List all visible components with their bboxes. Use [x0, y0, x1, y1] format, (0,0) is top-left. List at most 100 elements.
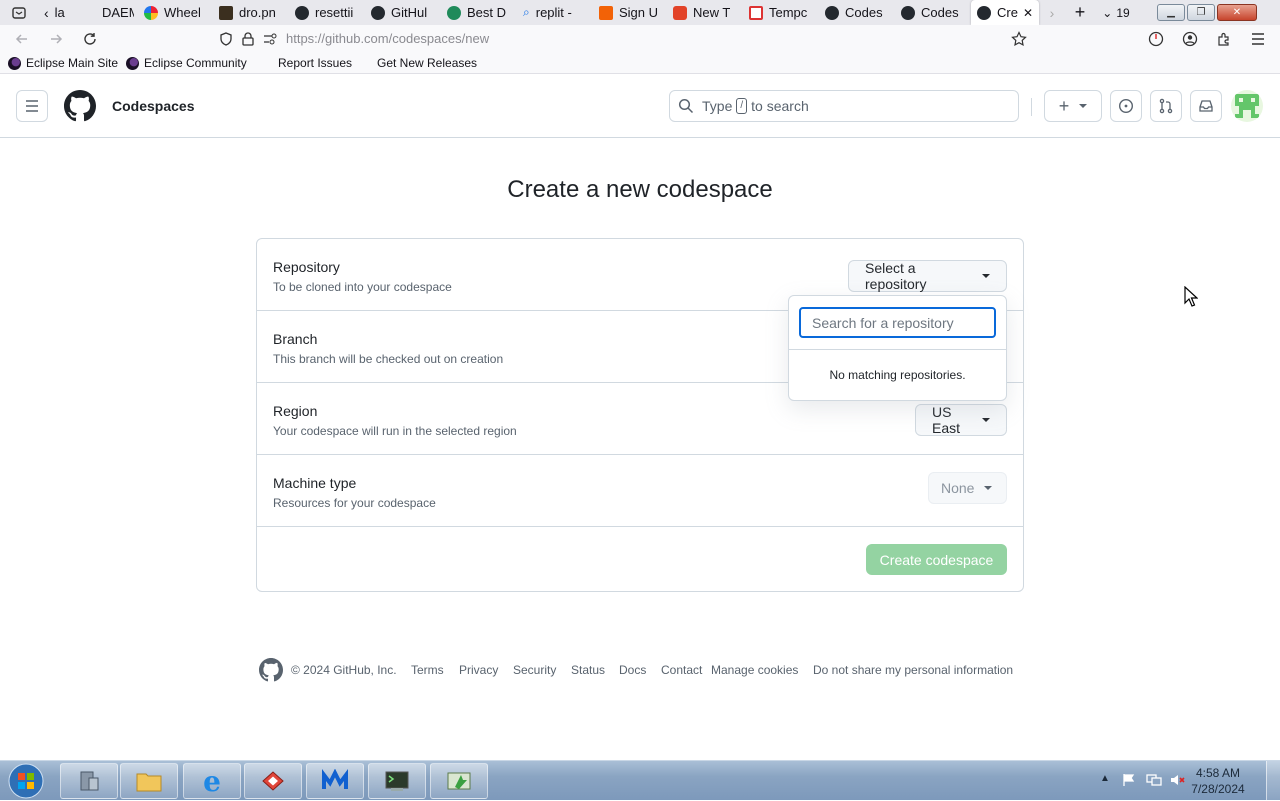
wheel-icon	[144, 5, 158, 20]
global-nav-menu-button[interactable]	[16, 90, 48, 122]
minimize-window-button[interactable]: ▁	[1157, 4, 1185, 21]
browser-tab[interactable]: ‹ la	[38, 0, 76, 25]
dropbox-icon	[219, 5, 233, 20]
reload-icon[interactable]	[78, 25, 102, 52]
browser-tab[interactable]: Codes	[895, 0, 971, 25]
forward-arrow-icon[interactable]	[44, 25, 68, 52]
github-logo-icon[interactable]	[259, 658, 283, 682]
footer-copyright: © 2024 GitHub, Inc.	[291, 663, 397, 677]
page-title: Create a new codespace	[507, 176, 773, 203]
close-window-button[interactable]: ✕	[1217, 4, 1257, 21]
browser-tab[interactable]: resettii	[289, 0, 365, 25]
github-header: Codespaces Type / to search +	[0, 74, 1280, 138]
github-icon	[371, 5, 385, 20]
network-icon[interactable]	[1146, 773, 1162, 792]
extensions-icon[interactable]	[1212, 25, 1236, 52]
branch-description: This branch will be checked out on creat…	[273, 352, 504, 366]
footer-link-security[interactable]: Security	[513, 663, 556, 677]
github-icon	[825, 5, 839, 20]
machine-type-select-button[interactable]: None	[928, 472, 1007, 504]
account-icon[interactable]	[1178, 25, 1202, 52]
footer-link-status[interactable]: Status	[571, 663, 605, 677]
browser-tab-active[interactable]: Cre ✕	[971, 0, 1039, 25]
header-divider	[1031, 98, 1032, 116]
select-repository-button[interactable]: Select a repository	[848, 260, 1007, 292]
github-icon	[901, 5, 915, 20]
taskbar-internet-explorer-icon[interactable]: e	[183, 763, 241, 799]
footer-link-terms[interactable]: Terms	[411, 663, 444, 677]
footer-link-do-not-share[interactable]: Do not share my personal information	[813, 663, 1013, 677]
branch-label: Branch	[273, 331, 318, 347]
repository-label: Repository	[273, 259, 340, 275]
create-codespace-form: Repository To be cloned into your codesp…	[256, 238, 1024, 592]
browser-tab[interactable]: Sign U	[593, 0, 667, 25]
no-results-message: No matching repositories.	[829, 368, 966, 382]
close-tab-icon[interactable]: ✕	[1023, 6, 1033, 20]
inbox-icon[interactable]	[1190, 90, 1222, 122]
bookmark-get-new-releases[interactable]: Get New Releases	[377, 52, 477, 74]
taskbar-terminal-icon[interactable]	[368, 763, 426, 799]
browser-tab[interactable]: DAEM	[76, 0, 138, 25]
caret-down-icon	[984, 486, 993, 490]
browser-tab[interactable]: New T	[667, 0, 743, 25]
pull-requests-icon[interactable]	[1150, 90, 1182, 122]
url-bar[interactable]: https://github.com/codespaces/new	[286, 25, 489, 52]
repository-description: To be cloned into your codespace	[273, 280, 452, 294]
chevron-down-icon: ⌄	[1102, 5, 1113, 20]
show-desktop-button[interactable]	[1266, 761, 1280, 801]
region-description: Your codespace will run in the selected …	[273, 424, 517, 438]
footer-link-manage-cookies[interactable]: Manage cookies	[711, 663, 798, 677]
github-logo-icon[interactable]	[64, 90, 96, 122]
browser-tab[interactable]: Codes	[819, 0, 895, 25]
back-arrow-icon[interactable]	[10, 25, 34, 52]
footer-link-privacy[interactable]: Privacy	[459, 663, 498, 677]
permissions-icon[interactable]	[258, 25, 282, 52]
issues-icon[interactable]	[1110, 90, 1142, 122]
windows-taskbar: e ▲ 4:58 AM 7/28/2024	[0, 760, 1280, 801]
repository-search-input[interactable]	[799, 307, 996, 338]
restore-window-button[interactable]: ❐	[1187, 4, 1215, 21]
extension-timer-icon[interactable]	[1144, 25, 1168, 52]
machine-type-row: Machine type Resources for your codespac…	[257, 455, 1023, 527]
bookmark-eclipse-main-site[interactable]: Eclipse Main Site	[8, 52, 118, 74]
bookmark-report-issues[interactable]: Report Issues	[278, 52, 352, 74]
browser-tab[interactable]: Best D	[441, 0, 517, 25]
machine-type-label: Machine type	[273, 475, 357, 491]
eclipse-icon	[8, 56, 21, 70]
hamburger-icon	[26, 100, 38, 112]
header-context-title[interactable]: Codespaces	[112, 98, 194, 114]
avatar[interactable]	[1231, 90, 1263, 122]
new-tab-icon[interactable]: +	[1065, 0, 1095, 25]
footer-link-docs[interactable]: Docs	[619, 663, 646, 677]
taskbar-app-red-icon[interactable]	[244, 763, 302, 799]
footer-link-contact[interactable]: Contact	[661, 663, 702, 677]
global-search-input[interactable]: Type / to search	[669, 90, 1019, 122]
browser-tab[interactable]: Wheel	[138, 0, 213, 25]
tab-list-icon[interactable]	[0, 0, 38, 25]
machine-type-description: Resources for your codespace	[273, 496, 436, 510]
browser-tab[interactable]: Tempc	[743, 0, 819, 25]
taskbar-explorer-icon[interactable]	[120, 763, 178, 799]
browser-tab[interactable]: ⌕ replit -	[517, 0, 593, 25]
create-new-button[interactable]: +	[1044, 90, 1102, 122]
region-select-button[interactable]: US East	[915, 404, 1007, 436]
taskbar-server-manager-icon[interactable]	[60, 763, 118, 799]
tracking-protection-icon[interactable]	[214, 25, 238, 52]
scroll-tabs-right-icon[interactable]: ›	[1039, 0, 1065, 25]
volume-muted-icon[interactable]	[1170, 773, 1186, 792]
taskbar-app-green-icon[interactable]	[430, 763, 488, 799]
bookmark-star-icon[interactable]	[1007, 25, 1031, 52]
action-center-flag-icon[interactable]	[1122, 773, 1136, 792]
start-button[interactable]	[4, 762, 48, 800]
browser-tab[interactable]: GitHul	[365, 0, 441, 25]
tab-overflow-button[interactable]: ⌄ 19	[1095, 0, 1137, 25]
lock-icon[interactable]	[236, 25, 260, 52]
show-hidden-icons-icon[interactable]: ▲	[1100, 773, 1110, 784]
bookmark-eclipse-community[interactable]: Eclipse Community	[126, 52, 247, 74]
create-codespace-button[interactable]: Create codespace	[866, 544, 1007, 575]
taskbar-malwarebytes-icon[interactable]	[306, 763, 364, 799]
browser-tab[interactable]: dro.pn	[213, 0, 289, 25]
menu-hamburger-icon[interactable]	[1246, 25, 1270, 52]
taskbar-clock[interactable]: 4:58 AM 7/28/2024	[1188, 765, 1248, 797]
search-icon	[678, 98, 694, 114]
